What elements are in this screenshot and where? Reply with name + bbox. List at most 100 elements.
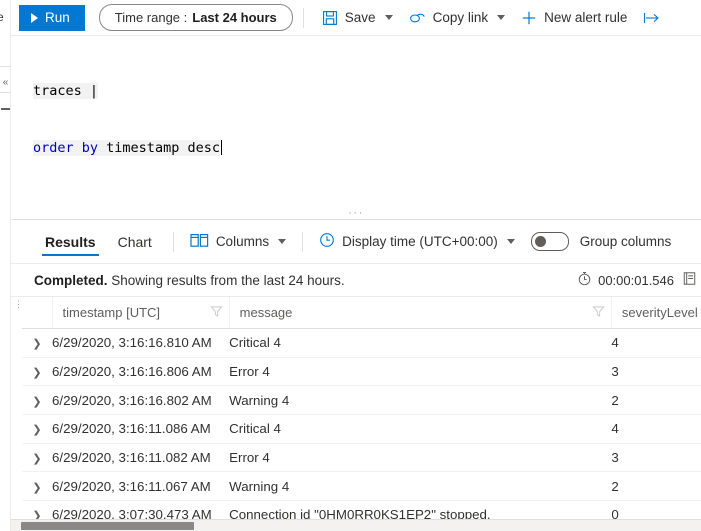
editor-gutter (11, 36, 33, 212)
text-caret (220, 140, 222, 155)
tab-results[interactable]: Results (34, 220, 107, 264)
column-header-severitylevel-label: severityLevel (621, 305, 698, 320)
table-row[interactable]: ❯ 6/29/2020, 3:16:16.810 AM Critical 4 4 (22, 328, 701, 358)
row-expander-cell[interactable]: ❯ (22, 500, 53, 519)
time-range-picker[interactable]: Time range : Last 24 hours (98, 4, 293, 31)
results-table: timestamp [UTC] message severityLevel ❯ … (22, 297, 701, 519)
cell-message: Error 4 (229, 357, 612, 387)
cell-severitylevel: 0 (611, 500, 701, 519)
expand-right-button[interactable] (635, 3, 669, 33)
status-state: Completed. (34, 272, 108, 288)
rail-divider-bottom (0, 92, 11, 93)
cell-timestamp: 6/29/2020, 3:16:16.806 AM (52, 357, 230, 387)
new-alert-rule-label: New alert rule (544, 10, 628, 25)
results-status-bar: Completed. Showing results from the last… (11, 264, 701, 297)
chevron-down-icon[interactable] (384, 15, 393, 20)
columns-icon (190, 233, 209, 251)
expand-right-icon (643, 11, 661, 25)
table-row[interactable]: ❯ 6/29/2020, 3:16:11.082 AM Error 4 3 (22, 443, 701, 473)
query-orderby-expr: timestamp desc (106, 140, 220, 156)
filter-icon[interactable] (209, 305, 223, 321)
query-text[interactable]: traces | order by timestamp desc (33, 44, 222, 196)
cell-timestamp: 6/29/2020, 3:16:11.086 AM (52, 414, 230, 444)
cell-severitylevel: 3 (611, 443, 701, 473)
save-disk-icon (322, 10, 338, 26)
toggle-knob (534, 236, 546, 247)
chevron-down-icon[interactable] (506, 239, 515, 244)
grid-row-handle-dots[interactable]: ⋮ (14, 300, 23, 309)
chevron-right-icon[interactable]: ❯ (22, 366, 52, 379)
column-header-message[interactable]: message (229, 297, 612, 329)
results-divider-2 (302, 231, 304, 252)
records-metric (682, 271, 697, 289)
link-icon (409, 10, 426, 26)
column-header-expander (22, 297, 53, 329)
row-expander-cell[interactable]: ❯ (22, 471, 53, 502)
status-message: Completed. Showing results from the last… (34, 273, 345, 288)
cell-severitylevel: 3 (611, 357, 701, 387)
table-row[interactable]: ❯ 6/29/2020, 3:16:11.067 AM Warning 4 2 (22, 471, 701, 502)
results-grid: ⋮ timestamp [UTC] message severityLevel … (11, 297, 701, 519)
column-header-message-label: message (239, 305, 293, 320)
chevron-down-icon[interactable] (497, 15, 506, 20)
cell-timestamp: 6/29/2020, 3:16:16.802 AM (52, 385, 230, 416)
chevron-down-icon[interactable] (278, 239, 287, 244)
table-row[interactable]: ❯ 6/29/2020, 3:16:11.086 AM Critical 4 4 (22, 414, 701, 444)
toolbar-divider-1 (302, 7, 304, 28)
rail-drag-handle[interactable] (1, 108, 10, 110)
column-header-timestamp[interactable]: timestamp [UTC] (52, 297, 230, 329)
query-editor[interactable]: traces | order by timestamp desc (11, 36, 701, 212)
clock-icon (319, 232, 335, 251)
new-alert-rule-button[interactable]: New alert rule (513, 3, 635, 33)
column-header-severitylevel[interactable]: severityLevel (611, 297, 701, 329)
columns-button[interactable]: Columns (184, 227, 292, 257)
chevron-right-icon[interactable]: ❯ (22, 395, 52, 408)
time-range-value: Last 24 hours (192, 10, 277, 25)
chevron-right-icon[interactable]: ❯ (22, 423, 52, 436)
time-range-label: Time range : (114, 10, 188, 25)
tab-chart[interactable]: Chart (107, 220, 163, 264)
splitter-grip[interactable]: ··· (348, 208, 364, 219)
elapsed-time-metric: 00:00:01.546 (577, 271, 674, 289)
display-time-label: Display time (UTC+00:00) (342, 234, 498, 249)
row-expander-cell[interactable]: ❯ (22, 328, 53, 358)
row-expander-cell[interactable]: ❯ (22, 414, 53, 444)
cell-severitylevel: 4 (611, 414, 701, 444)
editor-results-splitter[interactable]: ··· (11, 206, 701, 220)
chevron-right-icon[interactable]: ❯ (22, 452, 52, 465)
scrollbar-thumb[interactable] (21, 522, 194, 530)
filter-icon[interactable] (592, 305, 605, 321)
cell-message: Connection id "0HM0RR0KS1EP2" stopped. (229, 500, 612, 519)
chevron-double-left-icon[interactable]: « (0, 78, 11, 88)
cell-severitylevel: 2 (611, 471, 701, 502)
save-button[interactable]: Save (314, 3, 401, 33)
run-button[interactable]: Run (19, 4, 85, 31)
run-button-label: Run (45, 10, 70, 25)
play-icon (31, 12, 38, 23)
group-columns-toggle[interactable] (530, 232, 569, 251)
chevron-right-icon[interactable]: ❯ (22, 481, 52, 494)
table-row[interactable]: ❯ 6/29/2020, 3:07:30.473 AM Connection i… (22, 500, 701, 519)
query-keyword-orderby: order by (33, 140, 99, 156)
row-expander-cell[interactable]: ❯ (22, 357, 53, 387)
copy-link-button[interactable]: Copy link (401, 3, 514, 33)
cell-timestamp: 6/29/2020, 3:16:11.082 AM (52, 443, 230, 473)
left-rail: e « (0, 0, 11, 531)
group-columns-label: Group columns (579, 234, 672, 249)
display-time-button[interactable]: Display time (UTC+00:00) (313, 227, 521, 257)
chevron-right-icon[interactable]: ❯ (22, 337, 52, 350)
records-icon (682, 271, 697, 289)
chevron-right-icon[interactable]: ❯ (22, 509, 52, 519)
cell-message: Warning 4 (229, 471, 612, 502)
status-metrics: 00:00:01.546 (577, 271, 701, 289)
copy-link-label: Copy link (432, 10, 489, 25)
row-expander-cell[interactable]: ❯ (22, 385, 53, 416)
row-expander-cell[interactable]: ❯ (22, 443, 53, 473)
tab-chart-label: Chart (117, 233, 152, 250)
table-row[interactable]: ❯ 6/29/2020, 3:16:16.806 AM Error 4 3 (22, 357, 701, 387)
table-header: timestamp [UTC] message severityLevel (22, 297, 701, 329)
table-row[interactable]: ❯ 6/29/2020, 3:16:16.802 AM Warning 4 2 (22, 385, 701, 416)
grid-horizontal-scrollbar[interactable] (11, 519, 701, 531)
query-table-name: traces (33, 83, 82, 99)
table-body: ❯ 6/29/2020, 3:16:16.810 AM Critical 4 4… (22, 328, 701, 519)
